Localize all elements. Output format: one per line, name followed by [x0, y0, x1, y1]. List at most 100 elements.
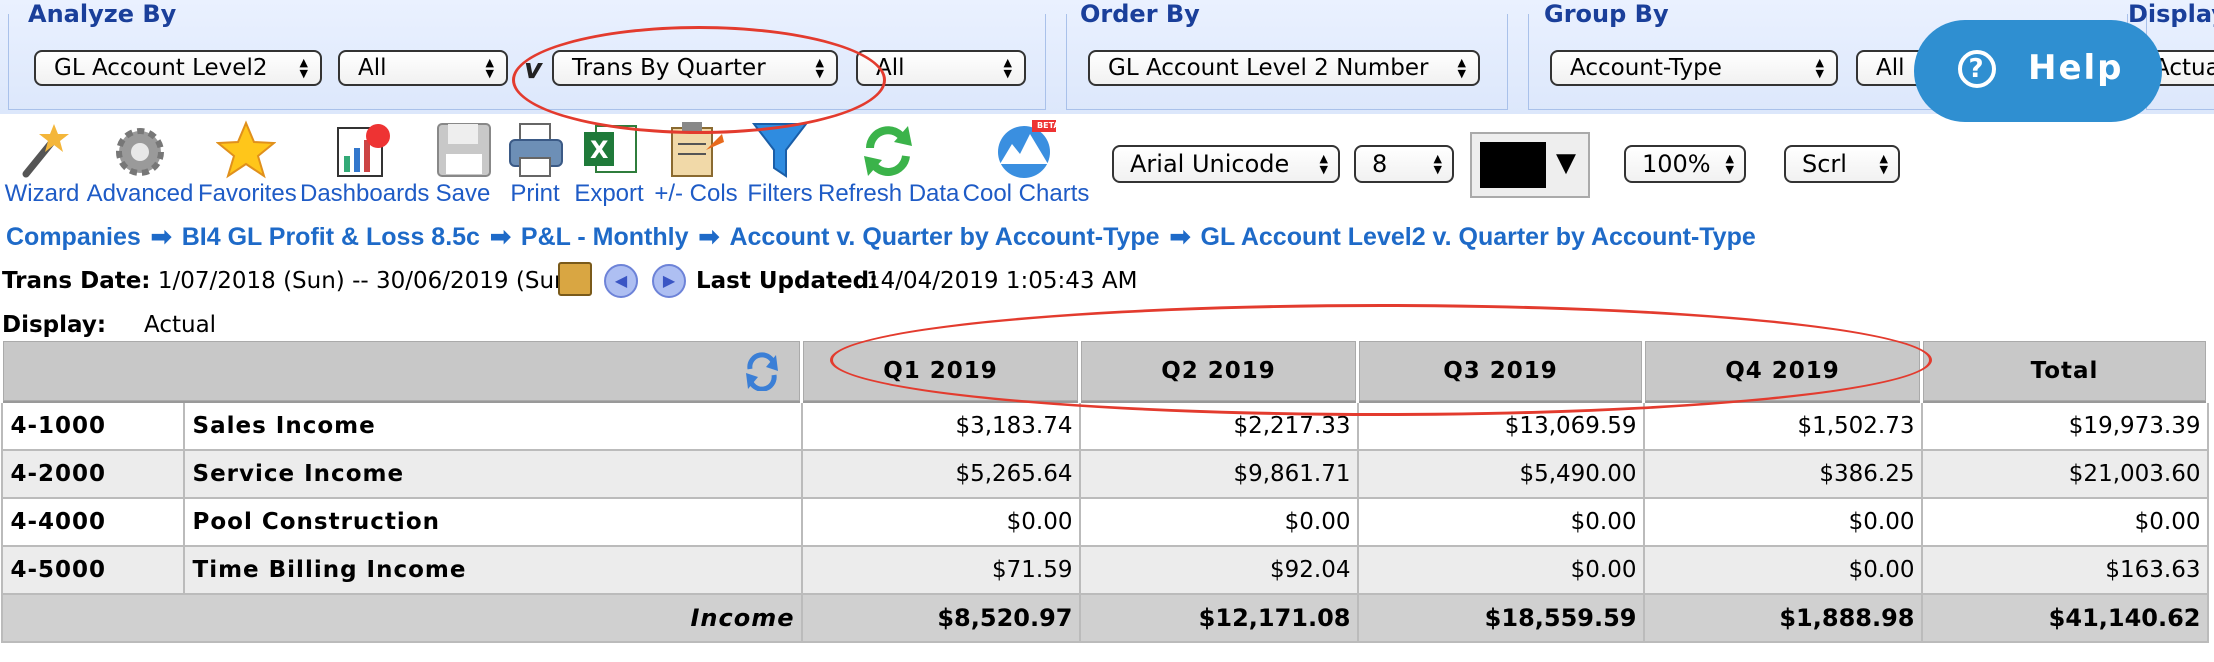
trans-date-value: 1/07/2018 (Sun) -- 30/06/2019 (Sun) — [157, 268, 578, 294]
column-header[interactable]: Q2 2019 — [1078, 338, 1359, 403]
value-cell: $5,490.00 — [1356, 449, 1645, 499]
chevron-down-icon: ▼ — [1556, 148, 1576, 178]
subtotal-cell: $8,520.97 — [800, 593, 1081, 643]
value-cell: $21,003.60 — [1920, 449, 2209, 499]
value-cell: $0.00 — [1356, 497, 1645, 547]
toolbar-label: Print — [510, 180, 560, 207]
zoom-value: 100% — [1642, 150, 1711, 178]
account-name: Service Income — [182, 449, 803, 499]
dashboard-chart-icon — [337, 124, 390, 177]
display-select-value: Actua — [2154, 55, 2214, 81]
analyze-by-title: Analyze By — [28, 0, 177, 28]
subtotal-cell: $12,171.08 — [1078, 593, 1359, 643]
column-header[interactable]: Total — [1920, 338, 2209, 403]
scroll-select[interactable]: Scrl ▲ ▼ — [1784, 145, 1900, 183]
arrow-right-icon: ➡ — [489, 223, 511, 251]
table-row[interactable]: 4-4000 Pool Construction $0.00 $0.00 $0.… — [0, 497, 2209, 547]
value-cell: $386.25 — [1642, 449, 1923, 499]
column-header[interactable]: Q3 2019 — [1356, 338, 1645, 403]
select-arrows-icon: ▲ ▼ — [1879, 152, 1888, 176]
header-row: Q1 2019 Q2 2019 Q3 2019 Q4 2019 Total — [0, 338, 2209, 403]
row-field-select[interactable]: GL Account Level2 ▲ ▼ — [34, 50, 322, 86]
subtotal-label: Income — [0, 593, 803, 643]
star-icon — [216, 120, 276, 179]
swap-axes-icon[interactable] — [742, 351, 782, 392]
versus-label: v — [524, 52, 543, 85]
last-updated-value: 14/04/2019 1:05:43 AM — [866, 268, 1138, 294]
subtotal-row: Income $8,520.97 $12,171.08 $18,559.59 $… — [0, 593, 2209, 643]
group-by-select[interactable]: Account-Type ▲ ▼ — [1550, 50, 1838, 86]
value-cell: $71.59 — [800, 545, 1081, 595]
subtotal-cell: $18,559.59 — [1356, 593, 1645, 643]
toolbar-label: Wizard — [4, 180, 80, 207]
toolbar-label: Filters — [747, 180, 813, 207]
column-header[interactable]: Q1 2019 — [800, 338, 1081, 403]
toolbar-label: Dashboards — [300, 180, 430, 207]
value-cell: $3,183.74 — [800, 401, 1081, 451]
select-arrows-icon: ▲ ▼ — [1319, 152, 1328, 176]
last-updated-label: Last Updated: — [696, 268, 879, 294]
arrow-right-icon: ➡ — [1169, 223, 1191, 251]
select-arrows-icon: ▲ ▼ — [485, 56, 494, 80]
value-cell: $0.00 — [1356, 545, 1645, 595]
breadcrumb-link[interactable]: P&L - Monthly — [521, 223, 689, 251]
beta-badge: BETA — [1037, 121, 1060, 130]
breadcrumb-link[interactable]: Companies — [6, 223, 141, 251]
clipboard-columns-icon — [671, 122, 724, 177]
column-field-select[interactable]: Trans By Quarter ▲ ▼ — [552, 50, 838, 86]
next-period-icon[interactable]: ▶ — [652, 264, 686, 298]
font-family-select[interactable]: Arial Unicode ▲ ▼ — [1112, 145, 1340, 183]
display-label: Display: — [2, 312, 107, 338]
font-size-value: 8 — [1372, 150, 1388, 178]
table-row[interactable]: 4-2000 Service Income $5,265.64 $9,861.7… — [0, 449, 2209, 499]
toolbar-label: Refresh Data — [818, 180, 960, 207]
column-filter-select[interactable]: All ▲ ▼ — [856, 50, 1026, 86]
select-arrows-icon: ▲ ▼ — [1725, 152, 1734, 176]
column-filter-value: All — [876, 55, 905, 81]
display-value: Actual — [144, 312, 217, 338]
toolbar-label: Favorites — [198, 180, 297, 207]
value-cell: $0.00 — [800, 497, 1081, 547]
select-arrows-icon: ▲ ▼ — [1433, 152, 1442, 176]
value-cell: $9,861.71 — [1078, 449, 1359, 499]
value-cell: $0.00 — [1642, 497, 1923, 547]
account-code: 4-1000 — [0, 401, 185, 451]
calendar-icon[interactable] — [558, 262, 592, 296]
header-spacer — [0, 338, 803, 403]
excel-icon: X — [584, 125, 637, 173]
select-arrows-icon: ▲ ▼ — [1815, 56, 1824, 80]
row-field-value: GL Account Level2 — [54, 55, 268, 81]
color-picker[interactable]: ▼ — [1470, 132, 1590, 198]
value-cell: $19,973.39 — [1920, 401, 2209, 451]
account-name: Sales Income — [182, 401, 803, 451]
table-row[interactable]: 4-5000 Time Billing Income $71.59 $92.04… — [0, 545, 2209, 595]
account-code: 4-2000 — [0, 449, 185, 499]
refresh-arrows-icon — [864, 126, 912, 176]
value-cell: $92.04 — [1078, 545, 1359, 595]
printer-icon — [509, 123, 563, 177]
zoom-select[interactable]: 100% ▲ ▼ — [1624, 145, 1746, 183]
value-cell: $0.00 — [1920, 497, 2209, 547]
display-panel-title: Display — [2128, 0, 2214, 28]
group-by-value: Account-Type — [1570, 55, 1722, 81]
account-name: Pool Construction — [182, 497, 803, 547]
date-info-row: Trans Date: 1/07/2018 (Sun) -- 30/06/201… — [2, 262, 1137, 298]
table-row[interactable]: 4-1000 Sales Income $3,183.74 $2,217.33 … — [0, 401, 2209, 451]
arrow-right-icon: ➡ — [150, 223, 172, 251]
font-size-select[interactable]: 8 ▲ ▼ — [1354, 145, 1454, 183]
breadcrumb-link[interactable]: GL Account Level2 v. Quarter by Account-… — [1201, 223, 1756, 251]
report-table: Q1 2019 Q2 2019 Q3 2019 Q4 2019 Total 4-… — [0, 338, 2209, 643]
breadcrumb-link[interactable]: BI4 GL Profit & Loss 8.5c — [182, 223, 480, 251]
column-header[interactable]: Q4 2019 — [1642, 338, 1923, 403]
order-by-select[interactable]: GL Account Level 2 Number ▲ ▼ — [1088, 50, 1480, 86]
arrow-right-icon: ➡ — [698, 223, 720, 251]
wizard-wand-icon — [22, 124, 69, 178]
toolbar-label: Export — [574, 180, 644, 207]
previous-period-icon[interactable]: ◀ — [604, 264, 638, 298]
breadcrumb-link[interactable]: Account v. Quarter by Account-Type — [729, 223, 1159, 251]
toolbar-label: Cool Charts — [962, 180, 1090, 207]
row-filter-select[interactable]: All ▲ ▼ — [338, 50, 508, 86]
trans-date-label: Trans Date: — [2, 268, 151, 294]
help-button[interactable]: ? Help — [1914, 20, 2162, 122]
value-cell: $13,069.59 — [1356, 401, 1645, 451]
